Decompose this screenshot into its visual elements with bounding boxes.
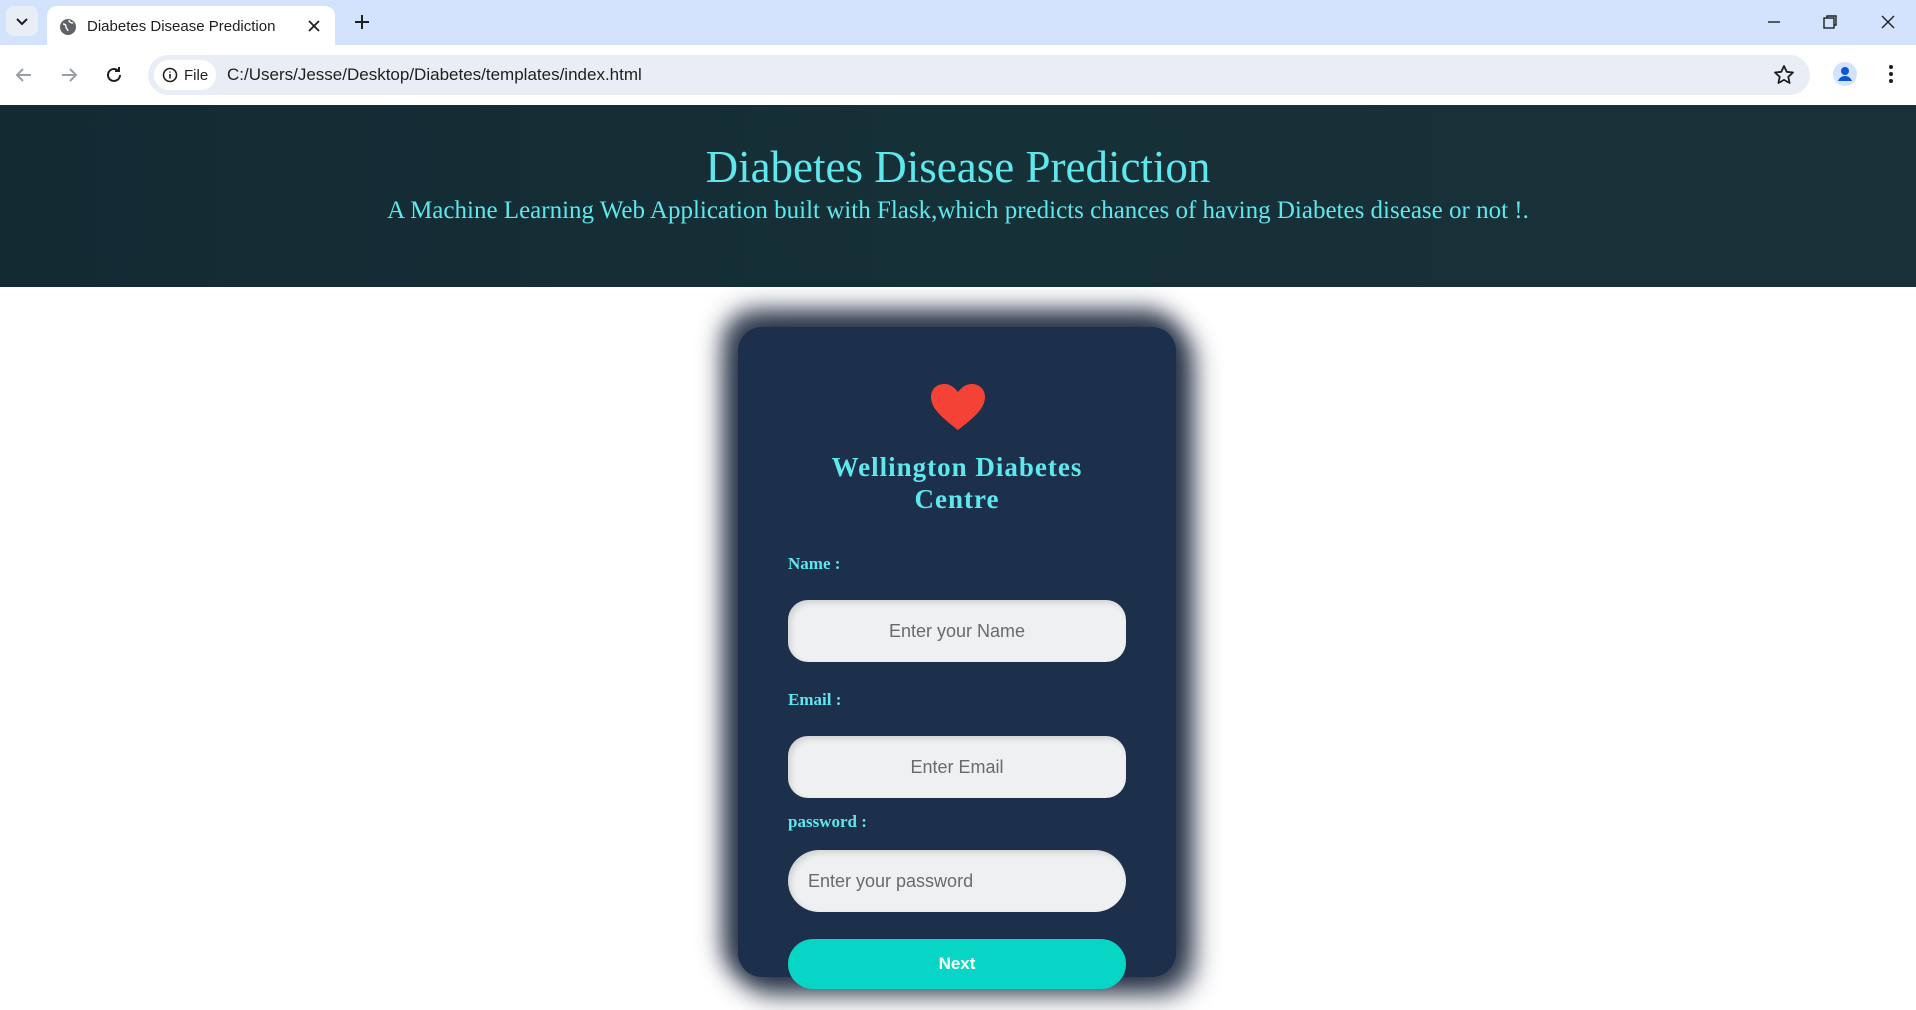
chevron-down-icon bbox=[16, 18, 28, 26]
address-bar[interactable]: File C:/Users/Jesse/Desktop/Diabetes/tem… bbox=[148, 55, 1810, 95]
arrow-left-icon[interactable] bbox=[12, 63, 36, 87]
close-window-icon[interactable] bbox=[1876, 10, 1900, 34]
site-chip-label: File bbox=[184, 67, 209, 84]
name-input[interactable] bbox=[788, 600, 1126, 662]
password-input[interactable] bbox=[788, 850, 1126, 912]
plus-icon[interactable] bbox=[350, 10, 374, 34]
arrow-right-icon[interactable] bbox=[57, 63, 81, 87]
next-button[interactable]: Next bbox=[788, 939, 1126, 989]
globe-icon bbox=[60, 19, 76, 35]
minimize-icon[interactable] bbox=[1762, 10, 1786, 34]
tab-strip: Diabetes Disease Prediction bbox=[0, 0, 1916, 45]
site-info-chip[interactable]: File bbox=[154, 60, 216, 90]
brand-name: Wellington Diabetes Centre bbox=[738, 451, 1176, 515]
url-text[interactable]: C:/Users/Jesse/Desktop/Diabetes/template… bbox=[227, 65, 642, 85]
tab-search-button[interactable] bbox=[6, 6, 38, 36]
browser-tab[interactable]: Diabetes Disease Prediction bbox=[47, 6, 335, 45]
password-label: password : bbox=[788, 812, 867, 831]
brand-line-1: Wellington Diabetes bbox=[831, 452, 1083, 482]
heart-icon bbox=[931, 384, 985, 430]
tab-title: Diabetes Disease Prediction bbox=[87, 18, 276, 35]
email-input[interactable] bbox=[788, 736, 1126, 798]
profile-icon[interactable] bbox=[1832, 61, 1858, 87]
signup-card: Wellington Diabetes Centre Name : Email … bbox=[738, 327, 1176, 989]
browser-toolbar: File C:/Users/Jesse/Desktop/Diabetes/tem… bbox=[0, 45, 1916, 106]
name-label: Name : bbox=[788, 554, 841, 573]
reload-icon[interactable] bbox=[102, 63, 126, 87]
page-title: Diabetes Disease Prediction bbox=[705, 142, 1211, 192]
close-icon[interactable] bbox=[305, 17, 323, 35]
star-icon[interactable] bbox=[1772, 63, 1796, 87]
info-icon bbox=[162, 67, 178, 83]
restore-icon[interactable] bbox=[1818, 10, 1842, 34]
page-header: Diabetes Disease Prediction A Machine Le… bbox=[0, 105, 1916, 287]
email-label: Email : bbox=[788, 690, 842, 709]
page-subtitle: A Machine Learning Web Application built… bbox=[387, 197, 1529, 224]
kebab-menu-icon[interactable] bbox=[1878, 61, 1904, 87]
brand-line-2: Centre bbox=[914, 484, 1000, 514]
